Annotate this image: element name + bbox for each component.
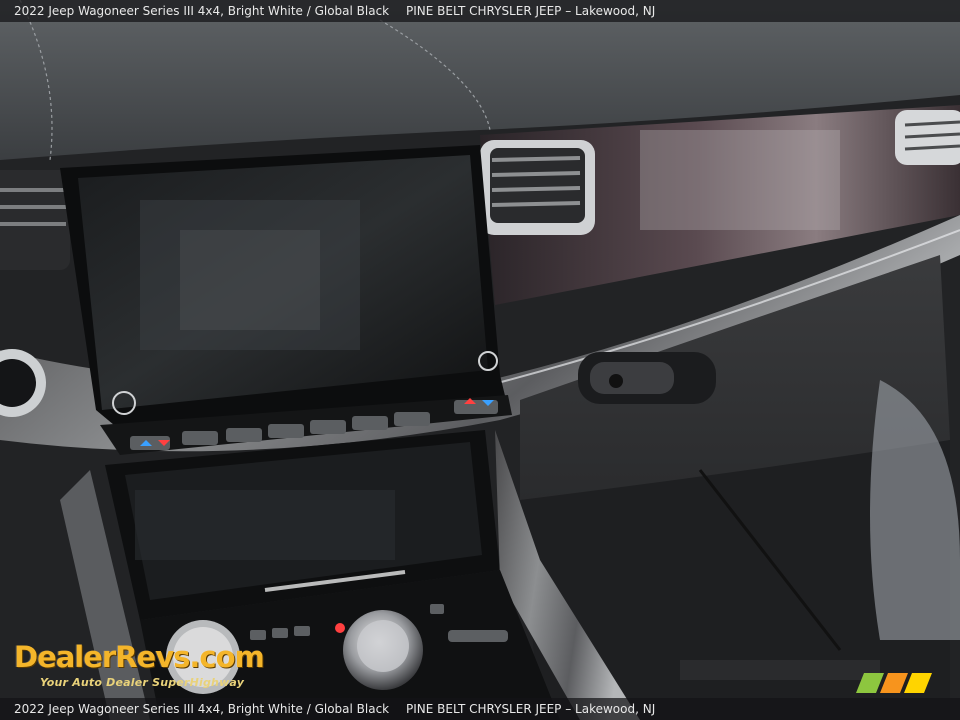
watermark-tagline: Your Auto Dealer SuperHighway	[40, 676, 245, 689]
caption-bar-top: 2022 Jeep Wagoneer Series III 4x4, Brigh…	[0, 0, 960, 22]
watermark-brand: DealerRevs.com	[14, 640, 265, 674]
vehicle-caption: 2022 Jeep Wagoneer Series III 4x4, Brigh…	[14, 4, 390, 18]
stripe-orange	[880, 673, 908, 693]
vehicle-caption-bottom: 2022 Jeep Wagoneer Series III 4x4, Brigh…	[14, 702, 390, 716]
dashboard-photo	[0, 0, 960, 720]
dealerrevs-watermark: DealerRevs.com Your Auto Dealer SuperHig…	[12, 622, 272, 696]
stripes-logo	[856, 673, 932, 693]
stripe-yellow	[904, 673, 932, 693]
dealer-caption: PINE BELT CHRYSLER JEEP – Lakewood, NJ	[406, 4, 656, 18]
stripe-green	[856, 673, 884, 693]
dealer-caption-bottom: PINE BELT CHRYSLER JEEP – Lakewood, NJ	[406, 702, 656, 716]
caption-bar-bottom: 2022 Jeep Wagoneer Series III 4x4, Brigh…	[0, 698, 960, 720]
